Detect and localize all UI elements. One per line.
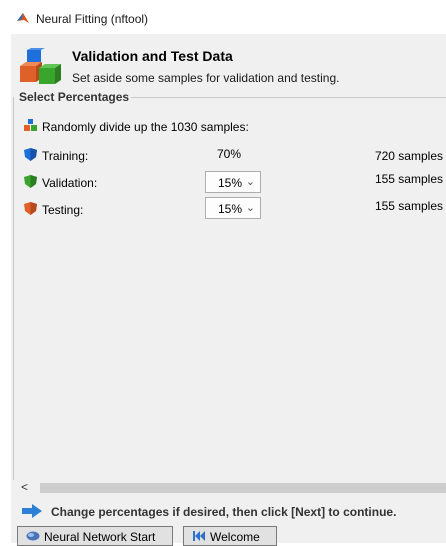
cubes-icon (20, 48, 61, 84)
training-samples: 720 samples (374, 149, 443, 163)
window-titlebar: Neural Fitting (nftool) (0, 0, 446, 34)
window-title: Neural Fitting (nftool) (36, 12, 149, 26)
neural-network-start-label: Neural Network Start (44, 530, 156, 544)
page-title: Validation and Test Data (72, 48, 233, 64)
validation-percent-value: 15% (218, 176, 243, 190)
testing-samples: 155 samples (374, 199, 443, 213)
network-icon (26, 531, 40, 541)
training-percent: 70% (217, 147, 242, 161)
horizontal-scrollbar[interactable]: < (13, 480, 446, 494)
orange-shield-icon (24, 202, 37, 215)
validation-label: Validation: (42, 176, 98, 190)
chevron-down-icon: ⌄ (245, 176, 255, 188)
intro-text: Randomly divide up the 1030 samples: (42, 120, 249, 134)
training-label: Training: (42, 149, 89, 163)
group-legend: Select Percentages (17, 90, 132, 104)
testing-percent-value: 15% (218, 202, 243, 216)
welcome-button[interactable]: Welcome (183, 526, 277, 546)
arrow-right-icon (22, 504, 42, 518)
green-shield-icon (24, 175, 37, 188)
group-border-top (131, 97, 446, 98)
testing-label: Testing: (42, 203, 84, 217)
chevron-down-icon: ⌄ (245, 202, 255, 214)
blue-shield-icon (24, 148, 37, 161)
group-border-left (13, 97, 14, 487)
neural-network-start-button[interactable]: Neural Network Start (17, 526, 173, 546)
rewind-icon (193, 531, 205, 541)
hint-text: Change percentages if desired, then clic… (51, 505, 397, 519)
validation-percent-select[interactable]: 15% ⌄ (205, 171, 261, 193)
mixed-cubes-icon (24, 119, 37, 131)
scrollbar-thumb[interactable] (40, 483, 446, 493)
validation-samples: 155 samples (374, 172, 443, 186)
testing-percent-select[interactable]: 15% ⌄ (205, 197, 261, 219)
welcome-label: Welcome (210, 530, 260, 544)
matlab-logo-icon (17, 13, 29, 23)
page-subtitle: Set aside some samples for validation an… (72, 71, 340, 85)
scroll-left-arrow[interactable]: < (21, 480, 28, 494)
main-panel (11, 34, 446, 543)
